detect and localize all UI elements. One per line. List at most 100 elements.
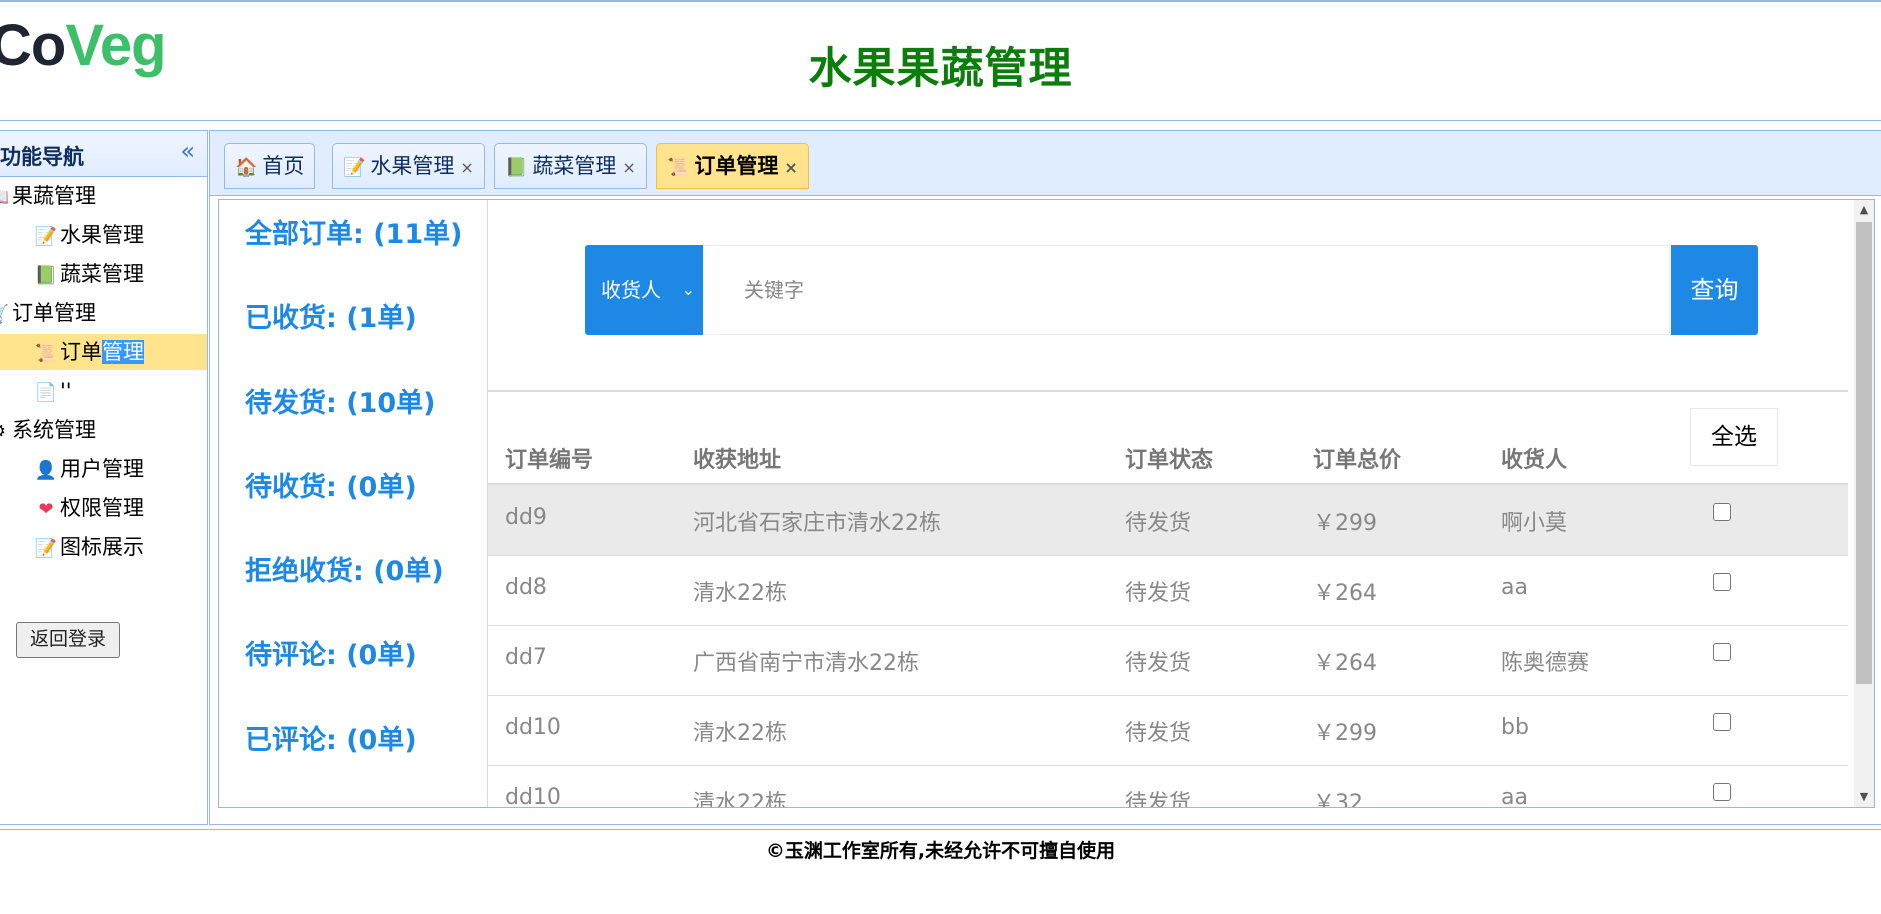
footer-copyright: ©玉渊工作室所有,未经允许不可擅自使用 <box>765 840 1116 862</box>
table-row: dd10 清水22栋 待发货 ￥299 bb <box>488 695 1848 766</box>
cell-total: ￥32 <box>1313 791 1363 808</box>
cell-address: 广西省南宁市清水22栋 <box>693 651 919 676</box>
cell-status: 待发货 <box>1125 791 1192 808</box>
table-row: dd10 清水22栋 待发货 ￥32 aa <box>488 765 1848 808</box>
cell-order-id: dd10 <box>505 715 561 740</box>
cell-address: 清水22栋 <box>693 791 787 808</box>
column-receiver: 收货人 <box>1501 448 1568 473</box>
cell-total: ￥264 <box>1313 581 1377 606</box>
cell-order-id: dd8 <box>505 575 547 600</box>
cell-status: 待发货 <box>1125 581 1192 606</box>
sidebar-item-fruit-veg[interactable]: 📖果蔬管理 <box>0 178 96 214</box>
cell-receiver: 啊小莫 <box>1501 511 1568 536</box>
search-bar: 收货人 ⌄ 关键字 查询 <box>488 200 1848 392</box>
sidebar-header: 功能导航 « <box>0 131 207 177</box>
table-row: dd9 河北省石家庄市清水22栋 待发货 ￥299 啊小莫 <box>488 485 1848 556</box>
edit-icon: 📝 <box>34 538 58 559</box>
gear-icon: ⚙ <box>0 414 10 450</box>
select-all-button[interactable]: 全选 <box>1690 408 1778 466</box>
cart-icon: 🛒 <box>0 297 10 333</box>
cell-order-id: dd7 <box>505 645 547 670</box>
sidebar-title: 功能导航 <box>0 145 84 169</box>
sidebar-item-users[interactable]: 👤 用户管理 <box>34 451 144 487</box>
close-icon[interactable]: × <box>784 158 797 177</box>
cell-receiver: aa <box>1501 785 1528 808</box>
sidebar-item-permissions[interactable]: ❤ 权限管理 <box>34 490 144 526</box>
chevron-down-icon: ⌄ <box>681 280 695 299</box>
table-row: dd7 广西省南宁市清水22栋 待发货 ￥264 陈奥德赛 <box>488 625 1848 696</box>
heart-icon: ❤ <box>38 499 54 520</box>
file-icon: 📄 <box>34 382 58 403</box>
cell-receiver: bb <box>1501 715 1529 740</box>
search-button[interactable]: 查询 <box>1671 245 1758 335</box>
cell-address: 清水22栋 <box>693 721 787 746</box>
summary-all[interactable]: 全部订单: (11单) <box>245 212 462 251</box>
edit-note-icon: 📝 <box>343 157 366 178</box>
cell-total: ￥264 <box>1313 651 1377 676</box>
book-icon: 📖 <box>0 180 10 216</box>
scroll-up-icon[interactable]: ▲ <box>1854 200 1874 220</box>
cell-status: 待发货 <box>1125 651 1192 676</box>
column-order-id: 订单编号 <box>505 448 594 473</box>
page-title: 水果果蔬管理 <box>808 44 1073 94</box>
summary-to-ship[interactable]: 待发货: (10单) <box>245 381 435 420</box>
row-checkbox[interactable] <box>1713 573 1731 591</box>
sidebar-item-icons[interactable]: 📝 图标展示 <box>34 529 144 565</box>
cell-address: 河北省石家庄市清水22栋 <box>693 511 941 536</box>
summary-received[interactable]: 已收货: (1单) <box>245 296 417 335</box>
cell-total: ￥299 <box>1313 511 1377 536</box>
search-input[interactable]: 关键字 <box>703 245 1670 335</box>
table-header: 订单编号 收获地址 订单状态 订单总价 收货人 全选 <box>488 390 1848 485</box>
column-total: 订单总价 <box>1313 448 1402 473</box>
cell-total: ￥299 <box>1313 721 1377 746</box>
order-summary: 全部订单: (11单) 已收货: (1单) 待发货: (10单) 待收货: (0… <box>219 200 488 807</box>
sidebar-item-empty[interactable]: 📄 '' <box>34 373 72 409</box>
tab-orders[interactable]: 📜 订单管理 × <box>656 143 809 189</box>
summary-to-review[interactable]: 待评论: (0单) <box>245 633 417 672</box>
document-add-icon: 📗 <box>34 265 58 286</box>
summary-reviewed[interactable]: 已评论: (0单) <box>245 718 417 757</box>
cell-status: 待发货 <box>1125 511 1192 536</box>
close-icon[interactable]: × <box>460 158 473 177</box>
column-address: 收获地址 <box>693 448 782 473</box>
scroll-icon: 📜 <box>34 343 58 364</box>
sidebar-item-system[interactable]: ⚙系统管理 <box>0 412 96 448</box>
order-content: 全部订单: (11单) 已收货: (1单) 待发货: (10单) 待收货: (0… <box>218 199 1875 808</box>
row-checkbox[interactable] <box>1713 643 1731 661</box>
tab-fruit[interactable]: 📝 水果管理 × <box>332 143 485 189</box>
scroll-down-icon[interactable]: ▼ <box>1854 787 1874 807</box>
vertical-scrollbar[interactable]: ▲ ▼ <box>1854 200 1874 807</box>
cell-receiver: aa <box>1501 575 1528 600</box>
cell-order-id: dd10 <box>505 785 561 808</box>
row-checkbox[interactable] <box>1713 713 1731 731</box>
header: CoVeg 水果果蔬管理 <box>0 2 1881 121</box>
sidebar-item-fruit[interactable]: 📝 水果管理 <box>34 217 144 253</box>
cell-receiver: 陈奥德赛 <box>1501 651 1590 676</box>
tab-home[interactable]: 🏠 首页 <box>224 143 316 189</box>
tab-bar: 🏠 首页 📝 水果管理 × 📗 蔬菜管理 × 📜 订单管理 × <box>210 131 1881 196</box>
double-chevron-left-icon[interactable]: « <box>180 137 195 165</box>
scroll-thumb[interactable] <box>1856 222 1872 684</box>
cell-address: 清水22栋 <box>693 581 787 606</box>
sidebar-item-orders-group[interactable]: 🛒订单管理 <box>0 295 96 331</box>
tab-vegetable[interactable]: 📗 蔬菜管理 × <box>494 143 647 189</box>
cell-order-id: dd9 <box>505 505 547 530</box>
home-icon: 🏠 <box>235 157 258 178</box>
summary-to-receive[interactable]: 待收货: (0单) <box>245 465 417 504</box>
edit-note-icon: 📝 <box>34 226 58 247</box>
summary-rejected[interactable]: 拒绝收货: (0单) <box>245 549 444 588</box>
footer-divider <box>0 829 1881 830</box>
row-checkbox[interactable] <box>1713 503 1731 521</box>
scroll-icon: 📜 <box>667 157 690 178</box>
sidebar: 功能导航 « 📖果蔬管理 📝水果管理 📗蔬菜管理 🛒订单管理 📜订单管理 📄''… <box>0 130 208 825</box>
search-field-select[interactable]: 收货人 ⌄ <box>585 245 703 335</box>
table-row: dd8 清水22栋 待发货 ￥264 aa <box>488 555 1848 626</box>
sidebar-item-vegetable[interactable]: 📗 蔬菜管理 <box>34 256 144 292</box>
cell-status: 待发货 <box>1125 721 1192 746</box>
close-icon[interactable]: × <box>622 158 635 177</box>
back-to-login-button[interactable]: 返回登录 <box>16 622 120 658</box>
column-status: 订单状态 <box>1125 448 1214 473</box>
row-checkbox[interactable] <box>1713 783 1731 801</box>
sidebar-item-orders[interactable]: 📜 订单管理 <box>0 334 207 370</box>
document-add-icon: 📗 <box>505 157 528 178</box>
